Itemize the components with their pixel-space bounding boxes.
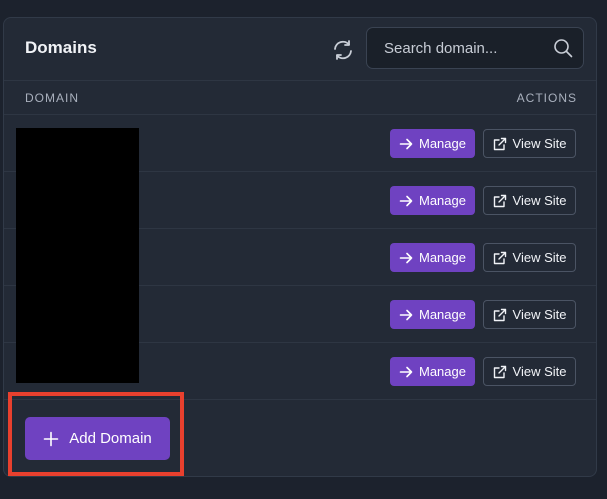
view-site-button[interactable]: View Site [483,243,576,272]
manage-button-label: Manage [419,193,466,208]
external-link-icon [493,251,506,264]
column-header-actions: ACTIONS [516,91,577,105]
arrow-right-icon [399,195,413,206]
refresh-button[interactable] [331,38,355,62]
view-site-button[interactable]: View Site [483,357,576,386]
manage-button[interactable]: Manage [390,186,475,215]
domains-panel: Domains DOMAIN ACTIONS [3,17,597,477]
external-link-icon [493,137,506,150]
manage-button-label: Manage [419,136,466,151]
view-site-button-label: View Site [512,250,567,265]
plus-icon [43,431,59,446]
refresh-icon [334,40,352,60]
view-site-button[interactable]: View Site [483,129,576,158]
page-title: Domains [25,38,97,57]
view-site-button-label: View Site [512,136,567,151]
manage-button[interactable]: Manage [390,129,475,158]
arrow-right-icon [399,138,413,149]
manage-button-label: Manage [419,307,466,322]
view-site-button-label: View Site [512,364,567,379]
external-link-icon [493,365,506,378]
manage-button-label: Manage [419,364,466,379]
redacted-domain-names [16,128,139,383]
panel-header: Domains [4,18,596,80]
view-site-button-label: View Site [512,193,567,208]
table-header: DOMAIN ACTIONS [4,80,596,115]
external-link-icon [493,194,506,207]
manage-button-label: Manage [419,250,466,265]
arrow-right-icon [399,252,413,263]
view-site-button-label: View Site [512,307,567,322]
arrow-right-icon [399,309,413,320]
column-header-domain: DOMAIN [25,91,79,105]
add-domain-area: Add Domain [4,400,596,478]
manage-button[interactable]: Manage [390,300,475,329]
manage-button[interactable]: Manage [390,357,475,386]
manage-button[interactable]: Manage [390,243,475,272]
add-domain-label: Add Domain [69,430,152,447]
external-link-icon [493,308,506,321]
search-input[interactable] [367,28,547,68]
view-site-button[interactable]: View Site [483,186,576,215]
search-icon[interactable] [553,38,573,58]
search-box [366,27,584,69]
arrow-right-icon [399,366,413,377]
add-domain-button[interactable]: Add Domain [25,417,170,460]
view-site-button[interactable]: View Site [483,300,576,329]
